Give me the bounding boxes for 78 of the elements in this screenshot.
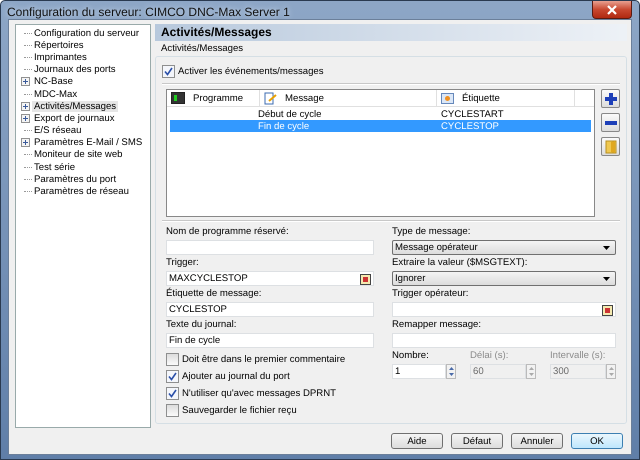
table-row[interactable]: Début de cycle CYCLESTART — [170, 108, 591, 120]
tree-item[interactable]: E/S réseau — [32, 125, 84, 136]
checkbox-label: Sauvegarder le fichier reçu — [182, 405, 297, 416]
document-edit-icon — [264, 92, 277, 104]
input-field[interactable] — [392, 333, 616, 348]
tree-item[interactable]: Imprimantes — [32, 52, 89, 63]
checkbox-label: Doit être dans le premier commentaire — [182, 354, 346, 365]
field-label: Délai (s): — [470, 350, 510, 362]
tree-item[interactable]: Paramètres E-Mail / SMS — [32, 137, 144, 148]
table-cell-text: CYCLESTART — [441, 108, 505, 120]
checkbox-label: N'utiliser qu'avec messages DPRNT — [182, 388, 336, 399]
clipboard-icon — [360, 272, 371, 284]
expander-icon[interactable] — [20, 77, 30, 86]
expander-icon[interactable] — [20, 102, 30, 111]
field-label: Nombre: — [392, 350, 430, 362]
tree-item[interactable]: Test série — [32, 162, 78, 173]
close-icon — [606, 4, 618, 14]
spin-buttons[interactable] — [446, 364, 456, 379]
field-label: Type de message: — [392, 226, 472, 238]
number-field[interactable]: 1 — [392, 364, 446, 379]
tree-item[interactable]: Répertoires — [32, 40, 86, 51]
column-header[interactable]: Message — [260, 90, 437, 106]
close-button[interactable] — [592, 1, 632, 19]
input-field[interactable]: MAXCYCLESTOP — [166, 271, 374, 286]
field-label: Trigger opérateur: — [392, 288, 470, 300]
column-header[interactable]: Étiquette — [437, 90, 575, 106]
dropdown[interactable]: Message opérateur — [392, 240, 616, 255]
dialog-button[interactable]: Annuler — [511, 433, 563, 449]
expander-icon[interactable] — [20, 114, 30, 123]
clipboard-icon — [602, 304, 613, 316]
input-field[interactable]: Fin de cycle — [166, 333, 374, 348]
tree-item[interactable]: NC-Base — [32, 76, 75, 88]
field-label: Trigger: — [166, 257, 200, 269]
input-field[interactable]: CYCLESTOP — [166, 302, 374, 317]
dialog-button[interactable]: Défaut — [451, 433, 503, 449]
field-label: Intervalle (s): — [550, 350, 606, 362]
door-icon — [604, 140, 616, 154]
expander-icon[interactable] — [20, 138, 30, 148]
tree-item[interactable]: Export de journaux — [32, 112, 117, 124]
field-label: Nom de programme réservé: — [166, 226, 290, 238]
tree-item[interactable]: Journaux des ports — [32, 64, 118, 76]
tree-item[interactable]: Moniteur de site web — [32, 149, 125, 160]
checkbox-label: Ajouter au journal du port — [182, 371, 290, 382]
terminal-icon — [171, 92, 185, 104]
checkbox[interactable] — [162, 65, 175, 78]
tree-item[interactable]: Paramètres du port — [32, 174, 118, 185]
group-label: Activités/Messages — [160, 43, 244, 54]
window-title: Configuration du serveur: CIMCO DNC-Max Server 1 — [7, 5, 290, 19]
field-label: Remapper message: — [392, 319, 482, 331]
table-cell-text: CYCLESTOP — [441, 120, 500, 132]
table-cell-text: Fin de cycle — [258, 120, 310, 132]
checkbox[interactable] — [166, 404, 179, 417]
tree-item[interactable]: Paramètres de réseau — [32, 186, 131, 198]
checkbox-label: Activer les événements/messages — [178, 66, 324, 77]
checkbox[interactable] — [166, 353, 179, 366]
input-field[interactable] — [166, 240, 374, 255]
field-label: Extraire la valeur ($MSGTEXT): — [392, 257, 528, 269]
field-label: Étiquette de message: — [166, 288, 262, 300]
open-button[interactable] — [601, 137, 620, 156]
remove-button[interactable] — [601, 113, 620, 132]
dropdown-arrow-icon — [603, 276, 610, 280]
tree-item[interactable]: Configuration du serveur — [32, 28, 142, 39]
checkbox[interactable] — [166, 370, 179, 383]
input-field[interactable] — [392, 302, 616, 317]
tree-item[interactable]: MDC-Max — [32, 88, 80, 100]
panel-header: Activités/Messages — [155, 24, 627, 41]
dropdown[interactable]: Ignorer — [392, 271, 616, 286]
dropdown-arrow-icon — [603, 246, 610, 250]
dialog-button[interactable]: OK — [571, 433, 623, 449]
checkbox[interactable] — [166, 387, 179, 400]
dialog-button[interactable]: Aide — [391, 433, 443, 449]
column-header[interactable]: Programme — [167, 90, 260, 106]
field-label: Texte du journal: — [166, 319, 238, 331]
add-button[interactable] — [601, 89, 620, 108]
plus-icon — [604, 92, 618, 106]
table-cell-text: Début de cycle — [258, 108, 322, 120]
tree-item[interactable]: Activités/Messages — [32, 100, 118, 112]
label-icon — [441, 92, 454, 104]
